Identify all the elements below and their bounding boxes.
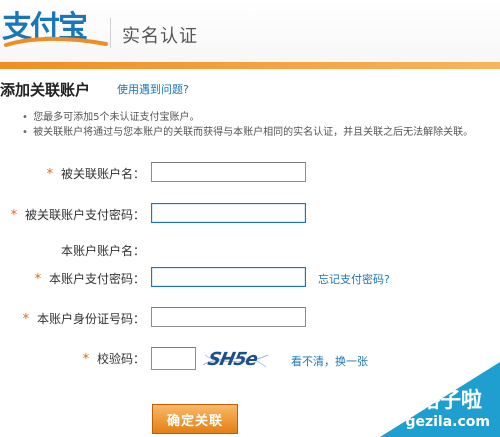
page-title: 添加关联账户	[0, 81, 91, 99]
required-star-icon: *	[22, 312, 30, 327]
form-row-current-account-name: 本账户账户名：	[0, 236, 500, 264]
logo-swoosh-icon	[4, 36, 108, 47]
linked-account-name-input[interactable]	[151, 162, 306, 182]
captcha-input[interactable]	[151, 347, 196, 370]
captcha-label: * 校验码：	[83, 350, 145, 367]
captcha-text: SH5e	[205, 349, 259, 370]
field-label: 本账户身份证号码：	[36, 312, 145, 326]
required-star-icon: *	[34, 272, 42, 287]
id-number-input[interactable]	[151, 307, 306, 327]
field-label: 被关联账户名：	[60, 167, 145, 181]
forgot-password-link[interactable]: 忘记支付密码?	[318, 271, 390, 287]
captcha-image[interactable]: SH5e	[200, 345, 272, 374]
current-account-name-label: 本账户账户名：	[60, 244, 145, 258]
bullet-icon: •	[22, 127, 28, 138]
form-row-linked-account-password: * 被关联账户支付密码：	[0, 200, 500, 228]
linked-account-password-input[interactable]	[151, 203, 306, 223]
notes-list: • 您最多可添加5个未认证支付宝账户。 • 被关联账户将通过与您本账户的关联而获…	[22, 110, 500, 140]
help-link[interactable]: 使用遇到问题?	[117, 81, 189, 97]
id-number-label: * 本账户身份证号码：	[23, 310, 145, 327]
section-title: 实名认证	[122, 26, 198, 47]
alipay-logo: 支付宝	[2, 10, 108, 50]
linked-account-password-label: * 被关联账户支付密码：	[11, 206, 145, 223]
required-star-icon: *	[46, 167, 54, 182]
current-account-password-input[interactable]	[151, 267, 306, 287]
linked-account-name-label: * 被关联账户名：	[47, 165, 145, 182]
note-text: 您最多可添加5个未认证支付宝账户。	[33, 112, 200, 123]
gezila-watermark: 格子啦 gezila.com	[355, 362, 500, 437]
bullet-icon: •	[22, 112, 28, 123]
top-header: 支付宝 实名认证	[0, 0, 500, 62]
form-row-id-number: * 本账户身份证号码：	[0, 304, 500, 332]
confirm-link-button[interactable]: 确定关联	[152, 404, 238, 434]
note-item: • 被关联账户将通过与您本账户的关联而获得与本账户相同的实名认证，并且关联之后无…	[22, 125, 500, 140]
header-divider	[110, 18, 111, 48]
note-item: • 您最多可添加5个未认证支付宝账户。	[22, 110, 500, 125]
required-star-icon: *	[10, 208, 18, 223]
current-account-password-label: * 本账户支付密码：	[35, 270, 145, 287]
form-row-current-account-password: * 本账户支付密码： 忘记支付密码?	[0, 264, 500, 292]
field-label: 校验码：	[96, 352, 145, 366]
watermark-title: 格子啦	[419, 388, 482, 412]
orange-accent-bar	[0, 62, 500, 69]
form-row-linked-account-name: * 被关联账户名：	[0, 159, 500, 187]
note-text: 被关联账户将通过与您本账户的关联而获得与本账户相同的实名认证，并且关联之后无法解…	[33, 127, 474, 138]
watermark-url: gezila.com	[405, 414, 490, 430]
required-star-icon: *	[82, 352, 90, 367]
field-label: 被关联账户支付密码：	[24, 208, 145, 222]
field-label: 本账户支付密码：	[48, 272, 145, 286]
